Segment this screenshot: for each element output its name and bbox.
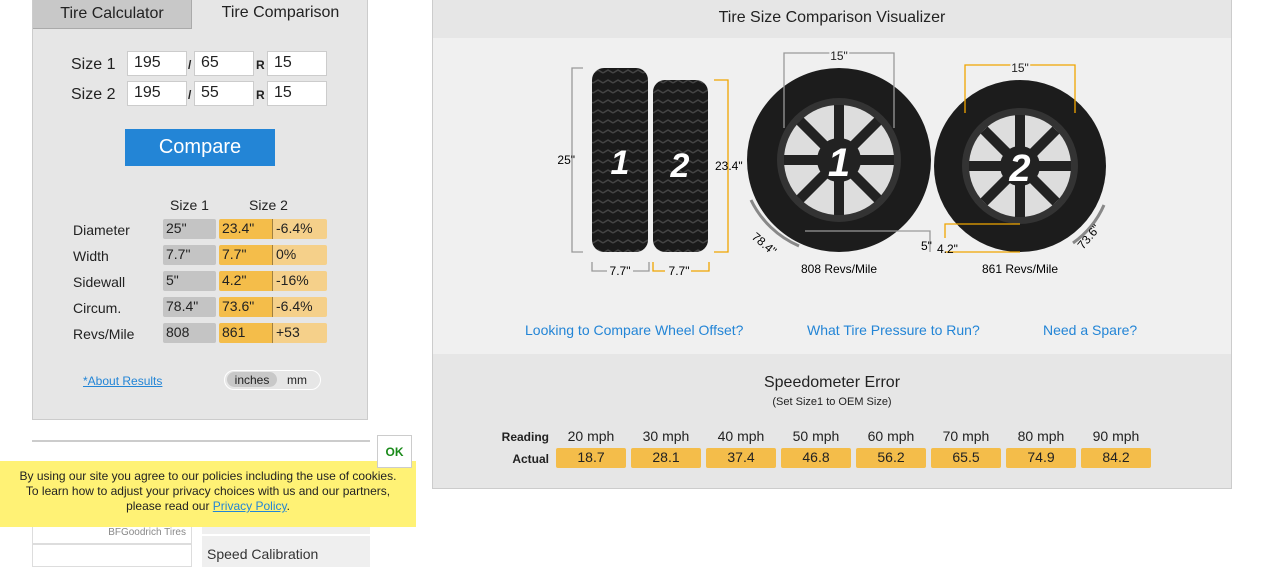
tire2-front-view: 2 (653, 80, 708, 252)
row-label: Revs/Mile (73, 326, 135, 342)
speed-reading: 70 mph (942, 428, 990, 444)
mm-option[interactable]: mm (287, 373, 307, 387)
speed-reading: 20 mph (567, 428, 615, 444)
r-separator: R (256, 58, 265, 72)
size1-value: 7.7" (163, 245, 216, 265)
difference-value: -6.4% (273, 297, 327, 317)
difference-value: -6.4% (273, 219, 327, 239)
size2-value: 73.6" (219, 297, 273, 317)
sidebar-item-speed-calibration[interactable]: Speed Calibration (202, 536, 370, 567)
tire1-diameter-label: 25" (557, 153, 575, 167)
size2-label: Size 2 (71, 86, 116, 103)
cookie-text: please read our (126, 499, 210, 513)
tire1-width-label: 7.7" (610, 264, 631, 278)
brand-logo-tile[interactable] (32, 544, 192, 567)
tire2-revs-label: 861 Revs/Mile (982, 262, 1058, 276)
size2-value: 4.2" (219, 271, 273, 291)
size1-rim-input[interactable]: 15 (267, 51, 327, 76)
tab-tire-comparison[interactable]: Tire Comparison (192, 0, 369, 29)
slash-separator: / (188, 58, 192, 72)
speed-reading: 50 mph (792, 428, 840, 444)
cookie-banner: By using our site you agree to our polic… (0, 461, 416, 527)
header-size2: Size 2 (249, 197, 288, 213)
compare-button[interactable]: Compare (125, 129, 275, 166)
tire2-number: 2 (1008, 148, 1030, 190)
tire1-circumference-label: 78.4" (749, 230, 779, 258)
difference-value: -16% (273, 271, 327, 291)
sidebar-item[interactable] (202, 527, 370, 534)
size1-label: Size 1 (71, 56, 116, 73)
about-results-link[interactable]: *About Results (83, 374, 162, 388)
difference-value: 0% (273, 245, 327, 265)
inches-option[interactable]: inches (227, 372, 277, 387)
tire2-number: 2 (670, 147, 690, 185)
speed-reading: 60 mph (867, 428, 915, 444)
cookie-text: By using our site you agree to our polic… (19, 469, 397, 483)
wheel-offset-link[interactable]: Looking to Compare Wheel Offset? (525, 322, 743, 338)
need-spare-link[interactable]: Need a Spare? (1043, 322, 1137, 338)
brand-caption[interactable]: BFGoodrich Tires (32, 527, 192, 544)
r-separator: R (256, 88, 265, 102)
size2-value: 7.7" (219, 245, 273, 265)
row-label: Width (73, 248, 109, 264)
speed-actual: 18.7 (556, 448, 626, 468)
speed-reading: 90 mph (1092, 428, 1140, 444)
tire2-side-view: 2 (934, 80, 1106, 252)
privacy-policy-link[interactable]: Privacy Policy (213, 499, 287, 513)
size1-value: 808 (163, 323, 216, 343)
row-label: Circum. (73, 300, 122, 316)
cookie-text: . (286, 499, 290, 513)
visualizer-panel: Tire Size Comparison Visualizer 1 2 25" … (432, 0, 1232, 489)
size2-rim-input[interactable]: 15 (267, 81, 327, 106)
tire2-sidewall-label: 4.2" (937, 242, 958, 256)
speed-actual: 84.2 (1081, 448, 1151, 468)
speedometer-subtitle: (Set Size1 to OEM Size) (772, 396, 892, 408)
tire1-front-view: 1 (592, 68, 648, 252)
comparison-panel: Tire Calculator Tire Comparison Size 1 1… (32, 0, 368, 420)
speed-actual: 56.2 (856, 448, 926, 468)
row-label: Sidewall (73, 274, 126, 290)
speed-actual: 46.8 (781, 448, 851, 468)
tire2-diameter-label: 23.4" (715, 159, 743, 173)
speed-reading: 40 mph (717, 428, 765, 444)
size2-aspect-input[interactable]: 55 (194, 81, 254, 106)
size1-value: 78.4" (163, 297, 216, 317)
units-toggle[interactable]: inches mm (224, 370, 321, 390)
size2-value: 861 (219, 323, 273, 343)
tire1-rim-label: 15" (830, 49, 848, 63)
speedometer-title: Speedometer Error (763, 374, 901, 391)
tire1-side-view: 1 (747, 68, 931, 252)
tire1-number: 1 (611, 144, 630, 182)
size1-width-input[interactable]: 195 (127, 51, 187, 76)
cookie-text: To learn how to adjust your privacy choi… (25, 484, 391, 498)
difference-value: +53 (273, 323, 327, 343)
speed-actual: 37.4 (706, 448, 776, 468)
size1-value: 25" (163, 219, 216, 239)
tire-visualization: 1 2 25" 23.4" 7.7" 7.7" 1 15" 5" 78.4" 8… (433, 38, 1231, 354)
cookie-ok-button[interactable]: OK (377, 435, 412, 468)
size2-value: 23.4" (219, 219, 273, 239)
speed-reading: 30 mph (642, 428, 690, 444)
tire2-rim-label: 15" (1011, 61, 1029, 75)
tire1-revs-label: 808 Revs/Mile (801, 262, 877, 276)
tire-pressure-link[interactable]: What Tire Pressure to Run? (807, 322, 980, 338)
visualizer-title: Tire Size Comparison Visualizer (718, 9, 946, 26)
slash-separator: / (188, 88, 192, 102)
row-label: Diameter (73, 222, 130, 238)
tire1-number: 1 (828, 141, 850, 185)
tire1-sidewall-label: 5" (921, 239, 932, 253)
divider (32, 440, 370, 442)
speed-actual: 28.1 (631, 448, 701, 468)
speed-actual: 65.5 (931, 448, 1001, 468)
size2-width-input[interactable]: 195 (127, 81, 187, 106)
tire2-width-label: 7.7" (669, 264, 690, 278)
speed-reading: 80 mph (1017, 428, 1065, 444)
header-size1: Size 1 (170, 197, 209, 213)
size1-aspect-input[interactable]: 65 (194, 51, 254, 76)
reading-label: Reading (501, 430, 549, 444)
size1-value: 5" (163, 271, 216, 291)
actual-label: Actual (512, 452, 549, 466)
speed-actual: 74.9 (1006, 448, 1076, 468)
tab-tire-calculator[interactable]: Tire Calculator (33, 0, 192, 29)
